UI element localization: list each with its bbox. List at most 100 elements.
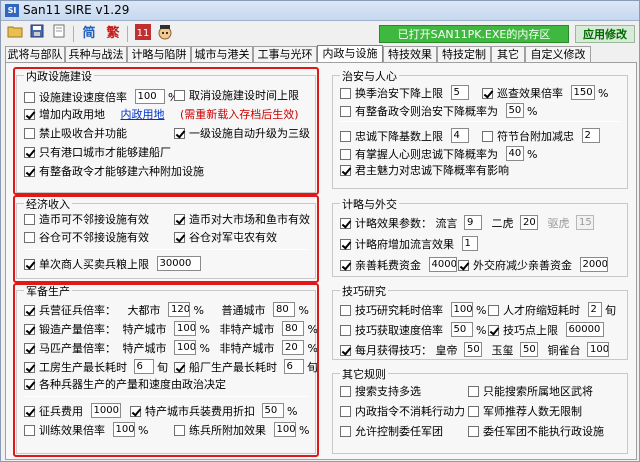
tech-cap-input[interactable]: 60000	[565, 322, 604, 337]
tab-custom-mods[interactable]: 自定义修改	[525, 46, 591, 63]
politics-production-checkbox[interactable]	[24, 379, 35, 390]
loyalty-decline-input[interactable]: 40	[505, 146, 524, 161]
specialty-discount-input[interactable]: 50	[261, 403, 284, 418]
horse-nonspecialty-input[interactable]: 20	[281, 340, 304, 355]
barracks-rate-checkbox[interactable]	[24, 305, 35, 316]
port-shipyard-checkbox[interactable]	[24, 147, 35, 158]
no-action-cost-checkbox[interactable]	[340, 406, 351, 417]
six-facilities-checkbox[interactable]	[24, 166, 35, 177]
metropolis-input[interactable]: 120	[168, 302, 190, 317]
row-mint-market: 造币对大市场和鱼市有效	[174, 213, 310, 227]
forge-specialty-input[interactable]: 100	[174, 321, 196, 336]
season-order-input[interactable]: 5	[450, 85, 469, 100]
loyalty-decline-checkbox[interactable]	[340, 149, 351, 160]
scheme-office-input[interactable]: 1	[461, 236, 478, 251]
save-disk-icon[interactable]	[27, 24, 47, 44]
talent-office-input[interactable]: 2	[587, 302, 602, 317]
forge-nonspecialty-input[interactable]: 80	[281, 321, 304, 336]
patrol-rate-checkbox[interactable]	[482, 88, 493, 99]
tech-gain-checkbox[interactable]	[340, 325, 351, 336]
granary-farm-checkbox[interactable]	[174, 232, 185, 243]
tab-generals-units[interactable]: 武将与部队	[5, 46, 65, 63]
scheme-params-checkbox[interactable]	[340, 218, 351, 229]
training-rate-input[interactable]: 100	[112, 422, 135, 437]
two-tigers-input[interactable]: 20	[520, 215, 538, 230]
tab-works-auras[interactable]: 工事与光环	[253, 46, 317, 63]
build-speed-checkbox[interactable]	[24, 92, 35, 103]
open-folder-icon[interactable]	[5, 24, 25, 44]
order-decline-input[interactable]: 50	[505, 103, 524, 118]
game-11-icon[interactable]: 11	[133, 24, 153, 44]
drill-bonus-checkbox[interactable]	[174, 425, 185, 436]
workshop-time-checkbox[interactable]	[24, 362, 35, 373]
order-decline-checkbox[interactable]	[340, 106, 351, 117]
simplified-chinese-button[interactable]: 简	[79, 24, 99, 44]
merchant-limit-checkbox[interactable]	[24, 259, 35, 270]
increase-land-checkbox[interactable]	[24, 109, 35, 120]
patrol-rate-input[interactable]: 150	[570, 85, 595, 100]
app-window: SI San11 SIRE v1.29 简 繁 11 已打开SAN11PK.EX…	[0, 0, 640, 462]
tab-cities-ports[interactable]: 城市与港关	[191, 46, 253, 63]
horse-rate-checkbox[interactable]	[24, 343, 35, 354]
document-icon[interactable]	[49, 24, 69, 44]
talent-office-checkbox[interactable]	[488, 305, 499, 316]
region-search-checkbox[interactable]	[468, 386, 479, 397]
diplomacy-office-input[interactable]: 2000	[579, 257, 608, 272]
group-military: 军备生产 兵营征兵倍率： 大都市 120 % 普通城市 80 % 锻造产量倍率：…	[16, 283, 318, 454]
tech-gain-input[interactable]: 50	[450, 322, 473, 337]
tab-skill-effects[interactable]: 特技效果	[383, 46, 437, 63]
granary-nonadjacent-checkbox[interactable]	[24, 232, 35, 243]
disable-merge-checkbox[interactable]	[24, 128, 35, 139]
shipyard-time-checkbox[interactable]	[174, 362, 185, 373]
diplomacy-office-checkbox[interactable]	[458, 260, 469, 271]
drive-tiger-input[interactable]: 15	[576, 215, 594, 230]
forge-rate-checkbox[interactable]	[24, 324, 35, 335]
goodwill-cost-checkbox[interactable]	[340, 260, 351, 271]
drive-tiger-label: 驱虎	[547, 217, 570, 230]
tab-troops-tactics[interactable]: 兵种与战法	[65, 46, 127, 63]
tab-skill-custom[interactable]: 特技定制	[437, 46, 491, 63]
scheme-office-checkbox[interactable]	[340, 239, 351, 250]
character-face-icon[interactable]	[155, 24, 175, 44]
traditional-chinese-button[interactable]: 繁	[103, 24, 123, 44]
conscription-cost-input[interactable]: 1000	[90, 403, 121, 418]
charisma-effect-checkbox[interactable]	[340, 165, 351, 176]
season-order-checkbox[interactable]	[340, 88, 351, 99]
research-time-input[interactable]: 100	[450, 302, 473, 317]
auto-upgrade-checkbox[interactable]	[174, 128, 185, 139]
workshop-time-input[interactable]: 6	[133, 359, 154, 374]
rumor-input[interactable]: 9	[464, 215, 482, 230]
advisor-unlimited-checkbox[interactable]	[468, 406, 479, 417]
imperial-seal-input[interactable]: 50	[520, 342, 538, 357]
conscription-cost-checkbox[interactable]	[24, 406, 35, 417]
bronze-sparrow-input[interactable]: 100	[587, 342, 609, 357]
shipyard-time-input[interactable]: 6	[283, 359, 304, 374]
merchant-limit-input[interactable]: 30000	[156, 256, 201, 271]
tab-internal-facilities[interactable]: 内政与设施	[317, 45, 383, 63]
normal-city-input[interactable]: 80	[272, 302, 295, 317]
apply-changes-button[interactable]: 应用修改	[575, 25, 635, 43]
mint-market-checkbox[interactable]	[174, 214, 185, 225]
monthly-tech-checkbox[interactable]	[340, 345, 351, 356]
goodwill-cost-input[interactable]: 4000	[428, 257, 457, 272]
tech-cap-checkbox[interactable]	[488, 325, 499, 336]
tally-loyalty-checkbox[interactable]	[482, 131, 493, 142]
internal-land-link[interactable]: 内政用地	[121, 108, 165, 121]
mint-nonadjacent-checkbox[interactable]	[24, 214, 35, 225]
cancel-build-limit-checkbox[interactable]	[174, 90, 185, 101]
emperor-input[interactable]: 50	[464, 342, 482, 357]
tab-schemes-traps[interactable]: 计略与陷阱	[127, 46, 191, 63]
tally-loyalty-input[interactable]: 2	[581, 128, 600, 143]
loyalty-base-input[interactable]: 4	[450, 128, 469, 143]
build-speed-input[interactable]: 100	[134, 89, 165, 104]
delegated-no-facility-checkbox[interactable]	[468, 426, 479, 437]
drill-bonus-input[interactable]: 100	[273, 422, 296, 437]
training-rate-checkbox[interactable]	[24, 425, 35, 436]
specialty-discount-checkbox[interactable]	[130, 406, 141, 417]
research-time-checkbox[interactable]	[340, 305, 351, 316]
horse-specialty-input[interactable]: 100	[174, 340, 196, 355]
tab-other[interactable]: 其它	[491, 46, 525, 63]
multi-search-checkbox[interactable]	[340, 386, 351, 397]
loyalty-base-checkbox[interactable]	[340, 131, 351, 142]
control-delegated-checkbox[interactable]	[340, 426, 351, 437]
